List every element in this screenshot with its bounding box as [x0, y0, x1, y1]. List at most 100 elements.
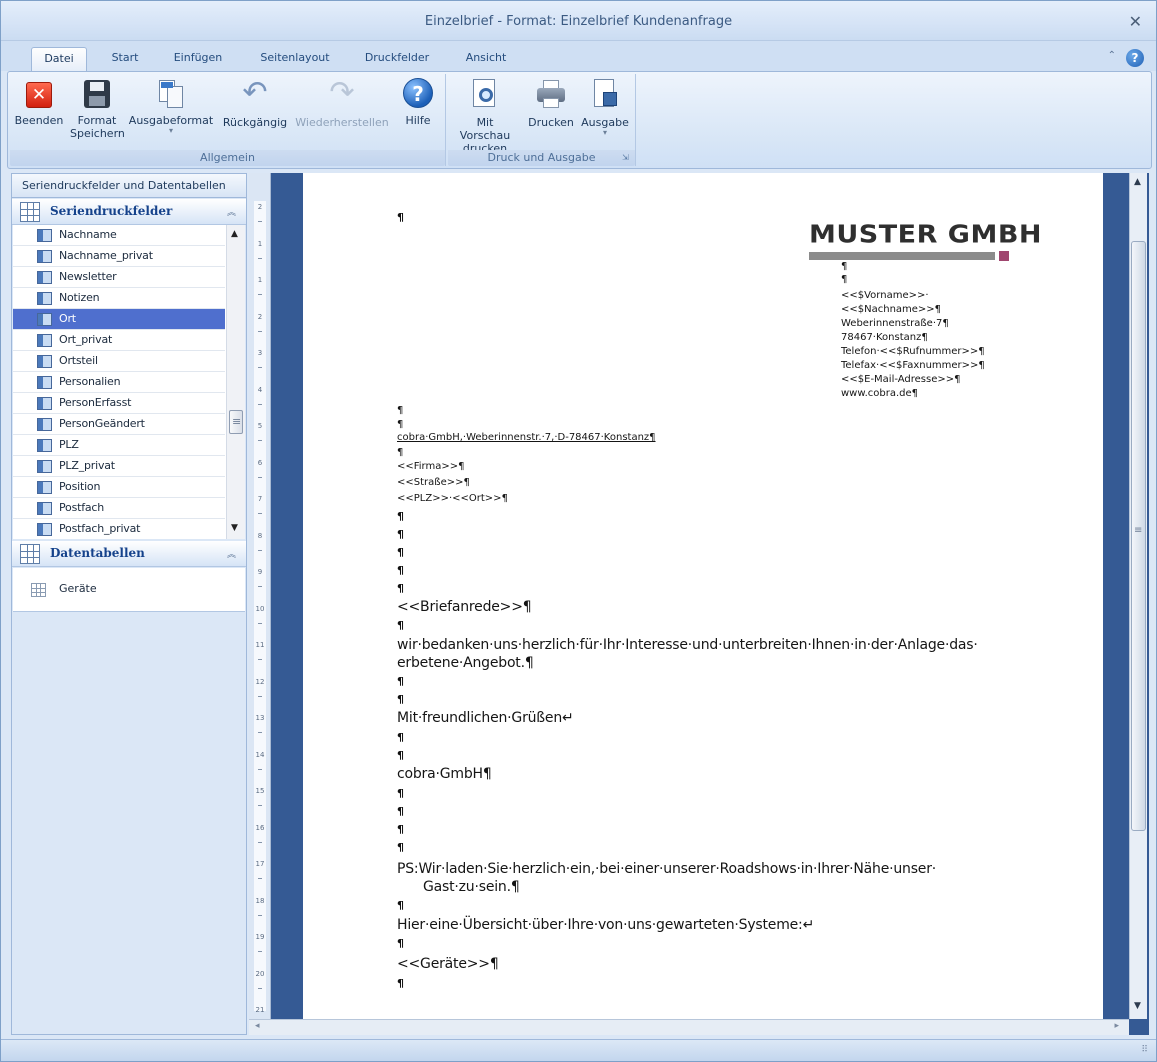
format-speichern-button[interactable]: Format Speichern: [70, 78, 125, 140]
tab-einfuegen[interactable]: Einfügen: [161, 47, 235, 71]
status-bar: ⠿: [1, 1039, 1156, 1061]
table-icon: [31, 583, 46, 597]
scroll-right-icon[interactable]: ▸: [1114, 1021, 1119, 1031]
field-icon: [37, 439, 52, 452]
list-item[interactable]: Nachname: [13, 225, 225, 246]
ruler-number: 11: [255, 641, 265, 649]
redo-button[interactable]: ↷ Wiederherstellen: [292, 78, 392, 130]
list-item[interactable]: Personalien: [13, 372, 225, 393]
field-icon: [37, 418, 52, 431]
list-item[interactable]: Nachname_privat: [13, 246, 225, 267]
ruler-number: 18: [255, 896, 265, 905]
paragraph-mark: ¶: [397, 805, 404, 818]
scroll-up-icon[interactable]: ▲: [231, 229, 238, 239]
list-item[interactable]: PLZ_privat: [13, 456, 225, 477]
list-item[interactable]: Ortsteil: [13, 351, 225, 372]
collapse-icon[interactable]: ︽: [227, 547, 236, 560]
application-window: Einzelbrief - Format: Einzelbrief Kunden…: [0, 0, 1157, 1062]
ausgabeformat-button[interactable]: Ausgabeformat ▾: [128, 78, 214, 135]
list-scrollbar[interactable]: ▲ ▼: [226, 225, 245, 539]
document-page[interactable]: ¶ MUSTER GMBH ¶ ¶ <<$Vorname>>· <<$Nachn…: [303, 173, 1103, 1019]
ruler-tick: [258, 257, 262, 259]
list-item[interactable]: Newsletter: [13, 267, 225, 288]
ruler-tick: [258, 659, 262, 660]
tab-ansicht[interactable]: Ansicht: [453, 47, 519, 71]
paragraph-mark: ¶: [397, 937, 404, 950]
ruler-tick: [258, 403, 262, 405]
beenden-button[interactable]: ✕ Beenden: [12, 78, 66, 127]
tab-druckfelder[interactable]: Druckfelder: [353, 47, 441, 71]
section-header-datentabellen[interactable]: Datentabellen ︽: [12, 541, 246, 567]
print-preview-button[interactable]: Mit Vorschau drucken: [450, 78, 520, 155]
scroll-left-icon[interactable]: ◂: [255, 1021, 260, 1031]
print-button[interactable]: Drucken: [524, 78, 578, 129]
list-item[interactable]: Position: [13, 477, 225, 498]
field-icon: [37, 313, 52, 326]
list-item[interactable]: PersonGeändert: [13, 414, 225, 435]
section-header-seriendruckfelder[interactable]: Seriendruckfelder ︽: [12, 199, 246, 225]
paragraph-mark: ¶: [397, 693, 404, 706]
sender-line: 78467·Konstanz¶: [841, 332, 928, 343]
list-item[interactable]: Notizen: [13, 288, 225, 309]
return-address: cobra·GmbH,·Weberinnenstr.·7,·D-78467·Ko…: [397, 432, 656, 443]
sender-line: www.cobra.de¶: [841, 388, 919, 399]
sender-line: Telefax·<<$Faxnummer>>¶: [841, 360, 985, 371]
list-item[interactable]: Ort_privat: [13, 330, 225, 351]
list-item[interactable]: Postfach_privat: [13, 519, 225, 539]
resize-grip-icon[interactable]: ⠿: [1141, 1045, 1148, 1055]
ausgabe-button[interactable]: Ausgabe ▾: [578, 78, 632, 137]
print-preview-icon: [469, 78, 501, 110]
window-title: Einzelbrief - Format: Einzelbrief Kunden…: [424, 14, 733, 29]
ruler-number: 12: [255, 677, 265, 686]
vertical-ruler: 2 1 1 2 3 4 5 6 7 8 9 10 11 12 13 14 15 16 17 18 19 20 21: [249, 173, 271, 1025]
group-allgemein: ✕ Beenden Format Speichern Ausgabeformat…: [10, 74, 446, 166]
ruler-tick: [258, 805, 262, 806]
logo-square: [999, 251, 1009, 261]
sender-line: ¶: [841, 274, 848, 285]
scroll-down-icon[interactable]: ▼: [1134, 1001, 1141, 1011]
minimize-ribbon-icon[interactable]: ⌃: [1108, 50, 1116, 61]
scroll-down-icon[interactable]: ▼: [231, 523, 238, 533]
tab-datei[interactable]: Datei: [31, 47, 87, 71]
document-area: 2 1 1 2 3 4 5 6 7 8 9 10 11 12 13 14 15 16 17 18 19 20 21 ¶ MU…: [249, 173, 1149, 1035]
scroll-thumb[interactable]: [1131, 241, 1146, 831]
ruler-number: 10: [255, 604, 265, 613]
group-druck-und-ausgabe: Mit Vorschau drucken Drucken Ausgabe ▾ D…: [448, 74, 636, 166]
chevron-down-icon: ▾: [168, 126, 173, 135]
field-icon: [37, 397, 52, 410]
tab-seitenlayout[interactable]: Seitenlayout: [249, 47, 341, 71]
ruler-number: 16: [255, 823, 265, 832]
document-horizontal-scrollbar[interactable]: ◂ ▸: [249, 1019, 1129, 1035]
list-item[interactable]: PersonErfasst: [13, 393, 225, 414]
ruler-tick: [258, 367, 262, 368]
paragraph-mark: ¶: [397, 582, 404, 595]
ruler-number: 14: [255, 750, 265, 759]
field-icon: [37, 292, 52, 305]
undo-button[interactable]: ↶ Rückgängig: [220, 78, 290, 130]
close-icon[interactable]: ✕: [1129, 12, 1142, 31]
ruler-number: 8: [257, 531, 263, 540]
list-item[interactable]: PLZ: [13, 435, 225, 456]
table-item-geraete[interactable]: Geräte: [59, 582, 97, 595]
tab-start[interactable]: Start: [97, 47, 153, 71]
paragraph-mark: ¶: [397, 977, 404, 990]
scroll-up-icon[interactable]: ▲: [1134, 177, 1141, 187]
collapse-icon[interactable]: ︽: [227, 205, 236, 218]
paragraph-mark: ¶: [397, 619, 404, 632]
exit-icon: ✕: [26, 82, 52, 108]
ruler-number: 6: [257, 458, 263, 467]
chevron-down-icon: ▾: [602, 128, 607, 137]
paragraph-mark: ¶: [397, 510, 404, 523]
ruler-number: 4: [257, 385, 263, 394]
hilfe-button[interactable]: ? Hilfe: [394, 78, 442, 127]
dialog-launcher-icon[interactable]: ⇲: [622, 153, 632, 163]
geraete-field: <<Geräte>>¶: [397, 956, 499, 972]
list-item[interactable]: Postfach: [13, 498, 225, 519]
scroll-thumb[interactable]: [229, 410, 243, 434]
ruler-number: 20: [255, 969, 265, 978]
ruler-tick: [258, 440, 262, 441]
group-label: Druck und Ausgabe: [448, 150, 635, 166]
list-item-selected[interactable]: Ort: [13, 309, 225, 330]
document-vertical-scrollbar[interactable]: ▲ ≡ ▼: [1129, 173, 1147, 1019]
help-icon[interactable]: ?: [1126, 49, 1144, 67]
